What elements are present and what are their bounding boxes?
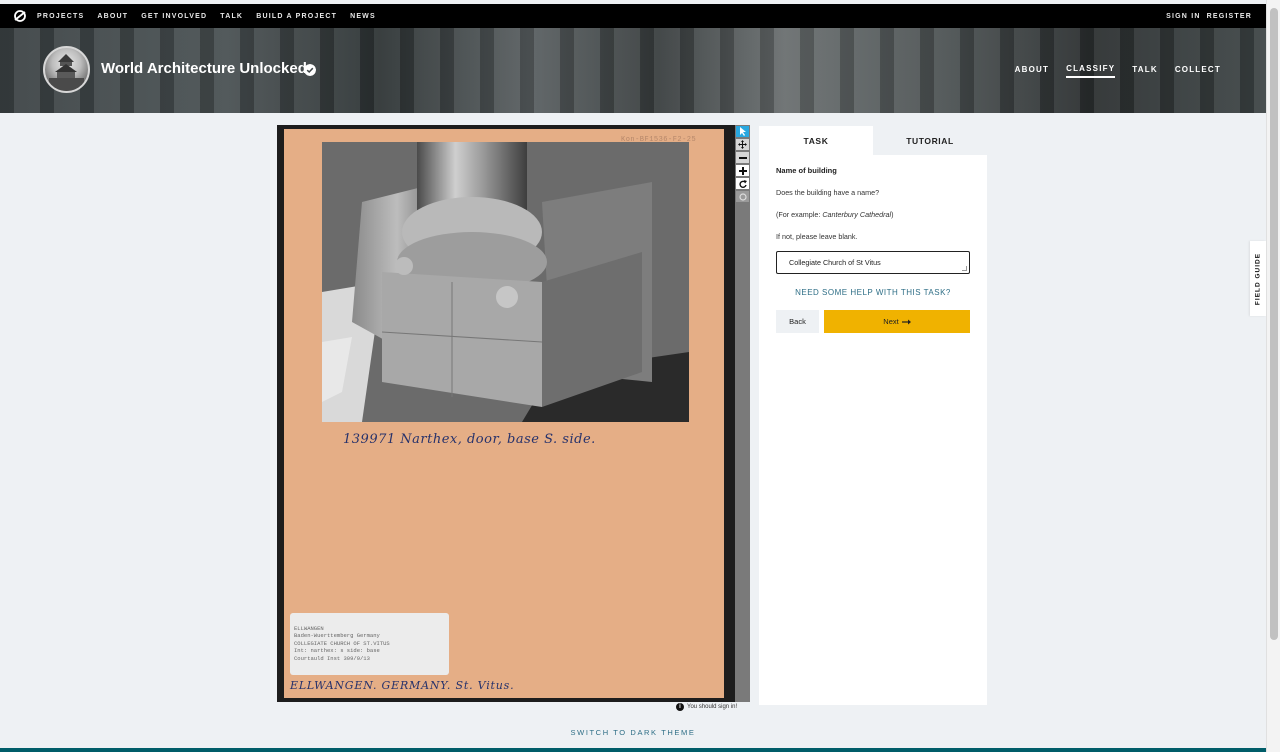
tab-task[interactable]: TASK [759,126,873,155]
task-tabs: TASK TUTORIAL [759,126,987,155]
project-nav-about[interactable]: ABOUT [1015,65,1049,77]
nav-get-involved[interactable]: GET INVOLVED [141,13,207,20]
footer-bar [0,748,1266,752]
handwritten-location: ELLWANGEN. GERMANY. St. Vitus. [290,679,515,692]
task-body: Name of building Does the building have … [759,166,987,333]
question-title: Name of building [776,166,837,175]
zooniverse-top-nav: PROJECTS ABOUT GET INVOLVED TALK BUILD A… [0,4,1266,28]
label-line: COLLEGIATE CHURCH OF ST.VITUS [294,639,390,647]
pointer-icon[interactable] [736,126,749,137]
zoom-in-icon[interactable] [736,165,749,176]
reset-icon[interactable] [736,191,749,202]
scrollbar-thumb[interactable] [1270,8,1278,640]
nav-build-a-project[interactable]: BUILD A PROJECT [256,13,337,20]
project-title[interactable]: World Architecture Unlocked [101,60,307,77]
project-header: World Architecture Unlocked ABOUT CLASSI… [0,28,1266,113]
sign-in-link[interactable]: SIGN IN [1166,13,1200,20]
sign-in-notice[interactable]: i You should sign in! [676,703,737,711]
page-scrollbar[interactable] [1266,0,1280,752]
back-button[interactable]: Back [776,310,819,333]
project-nav-collect[interactable]: COLLECT [1175,65,1221,77]
label-line: Int: narthex: s side: base [294,647,380,655]
nav-about[interactable]: ABOUT [97,13,128,20]
blank-note: If not, please leave blank. [776,232,858,241]
question-text: Does the building have a name? [776,188,880,197]
tab-tutorial[interactable]: TUTORIAL [873,126,987,155]
nav-projects[interactable]: PROJECTS [37,13,84,20]
auth-links: SIGN IN REGISTER [1166,4,1252,28]
viewer-toolbar [735,125,750,702]
building-name-value: Collegiate Church of St Vitus [789,258,881,267]
zooniverse-logo-icon[interactable] [13,9,27,23]
dark-theme-toggle[interactable]: SWITCH TO DARK THEME [0,728,1266,737]
arrow-right-icon [901,319,911,324]
info-icon: i [676,703,684,711]
question-example: (For example: Canterbury Cathedral) [776,210,894,219]
task-help-link[interactable]: NEED SOME HELP WITH THIS TASK? [776,288,970,297]
label-line: Courtauld Inst 309/9/13 [294,654,370,662]
zoom-out-icon[interactable] [736,152,749,163]
nav-news[interactable]: NEWS [350,13,376,20]
task-panel: TASK TUTORIAL Name of building Does the … [759,126,987,705]
register-link[interactable]: REGISTER [1207,13,1252,20]
next-button-label: Next [883,317,899,326]
field-guide-label: FIELD GUIDE [1254,252,1262,305]
catalog-label: ELLWANGEN Baden-Wuerttemberg Germany COL… [290,613,449,675]
label-line: Baden-Wuerttemberg Germany [294,632,380,640]
building-name-input[interactable]: Collegiate Church of St Vitus [776,251,970,274]
move-icon[interactable] [736,139,749,150]
project-nav: ABOUT CLASSIFY TALK COLLECT [1015,28,1221,113]
next-button[interactable]: Next [824,310,970,333]
nav-talk[interactable]: TALK [220,13,243,20]
check-circle-icon [304,64,316,76]
task-buttons: Back Next [776,310,970,333]
handwritten-caption: 139971 Narthex, door, base S. side. [343,432,596,447]
project-nav-talk[interactable]: TALK [1132,65,1158,77]
resize-grip-icon[interactable] [962,266,967,271]
label-line: ELLWANGEN [294,625,324,632]
field-guide-tab[interactable]: FIELD GUIDE [1250,241,1266,316]
subject-photograph [322,142,689,422]
example-building-name: Canterbury Cathedral [822,210,892,219]
sign-in-notice-text: You should sign in! [687,704,738,710]
rotate-icon[interactable] [736,178,749,189]
project-nav-classify[interactable]: CLASSIFY [1066,64,1116,78]
site-links: PROJECTS ABOUT GET INVOLVED TALK BUILD A… [37,4,376,28]
project-avatar[interactable] [43,46,90,93]
